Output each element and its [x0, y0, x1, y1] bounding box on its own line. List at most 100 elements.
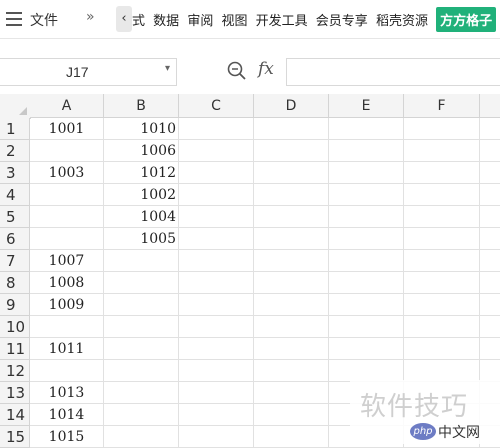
row-header[interactable]: 7	[0, 250, 30, 272]
cell-c6[interactable]	[179, 228, 254, 250]
cell-e12[interactable]	[329, 360, 404, 382]
cell-c9[interactable]	[179, 294, 254, 316]
cell-d9[interactable]	[254, 294, 329, 316]
cell-c12[interactable]	[179, 360, 254, 382]
cell-g6[interactable]	[480, 228, 500, 250]
row-header[interactable]: 13	[0, 382, 30, 404]
cell-a7[interactable]: 1007	[30, 250, 104, 272]
cell-b5[interactable]: 1004	[104, 206, 179, 228]
more-menu-chevron-icon[interactable]: »	[86, 9, 95, 25]
name-box[interactable]: J17 ▾	[0, 58, 177, 86]
cell-b13[interactable]	[104, 382, 179, 404]
cell-a1[interactable]: 1001	[30, 118, 104, 140]
cell-d8[interactable]	[254, 272, 329, 294]
cell-f12[interactable]	[404, 360, 480, 382]
cell-f1[interactable]	[404, 118, 480, 140]
cell-d1[interactable]	[254, 118, 329, 140]
row-header[interactable]: 2	[0, 140, 30, 162]
ribbon-scroll-left-button[interactable]: ‹	[116, 6, 132, 32]
cell-a8[interactable]: 1008	[30, 272, 104, 294]
cell-f9[interactable]	[404, 294, 480, 316]
cell-g4[interactable]	[480, 184, 500, 206]
cell-g8[interactable]	[480, 272, 500, 294]
cell-e3[interactable]	[329, 162, 404, 184]
column-header-a[interactable]: A	[30, 94, 104, 118]
tab-developer[interactable]: 开发工具	[256, 10, 308, 29]
cell-b7[interactable]	[104, 250, 179, 272]
cell-e9[interactable]	[329, 294, 404, 316]
tab-view[interactable]: 视图	[221, 10, 247, 29]
cell-e2[interactable]	[329, 140, 404, 162]
cell-e10[interactable]	[329, 316, 404, 338]
formula-input[interactable]	[286, 58, 500, 86]
cell-b11[interactable]	[104, 338, 179, 360]
cell-a11[interactable]: 1011	[30, 338, 104, 360]
cell-a6[interactable]	[30, 228, 104, 250]
tab-resources[interactable]: 稻壳资源	[376, 10, 428, 29]
cell-f10[interactable]	[404, 316, 480, 338]
cell-c4[interactable]	[179, 184, 254, 206]
cell-e7[interactable]	[329, 250, 404, 272]
cell-d4[interactable]	[254, 184, 329, 206]
cell-c13[interactable]	[179, 382, 254, 404]
cell-a5[interactable]	[30, 206, 104, 228]
cell-e11[interactable]	[329, 338, 404, 360]
row-header[interactable]: 9	[0, 294, 30, 316]
cell-d12[interactable]	[254, 360, 329, 382]
cell-f8[interactable]	[404, 272, 480, 294]
cell-d15[interactable]	[254, 426, 329, 448]
cell-c3[interactable]	[179, 162, 254, 184]
cell-g5[interactable]	[480, 206, 500, 228]
cell-e4[interactable]	[329, 184, 404, 206]
row-header[interactable]: 1	[0, 118, 30, 140]
cell-a13[interactable]: 1013	[30, 382, 104, 404]
name-box-dropdown-icon[interactable]: ▾	[165, 63, 170, 74]
cell-c7[interactable]	[179, 250, 254, 272]
cell-c8[interactable]	[179, 272, 254, 294]
cell-a3[interactable]: 1003	[30, 162, 104, 184]
cell-g3[interactable]	[480, 162, 500, 184]
tab-fangfanggezi[interactable]: 方方格子	[436, 7, 497, 32]
cell-f6[interactable]	[404, 228, 480, 250]
cell-d14[interactable]	[254, 404, 329, 426]
cell-g2[interactable]	[480, 140, 500, 162]
file-menu[interactable]: 文件	[30, 10, 58, 30]
cell-c1[interactable]	[179, 118, 254, 140]
row-header[interactable]: 4	[0, 184, 30, 206]
insert-function-fx-button[interactable]: fx	[258, 59, 274, 79]
row-header[interactable]: 6	[0, 228, 30, 250]
cell-b8[interactable]	[104, 272, 179, 294]
cell-e1[interactable]	[329, 118, 404, 140]
tab-formula-partial[interactable]: 式	[132, 10, 145, 29]
cell-g7[interactable]	[480, 250, 500, 272]
cell-g1[interactable]	[480, 118, 500, 140]
row-header[interactable]: 3	[0, 162, 30, 184]
cell-f11[interactable]	[404, 338, 480, 360]
cell-b12[interactable]	[104, 360, 179, 382]
cell-f5[interactable]	[404, 206, 480, 228]
hamburger-menu-icon[interactable]	[6, 12, 22, 26]
cell-d3[interactable]	[254, 162, 329, 184]
cell-a4[interactable]	[30, 184, 104, 206]
cell-f2[interactable]	[404, 140, 480, 162]
row-header[interactable]: 11	[0, 338, 30, 360]
row-header[interactable]: 10	[0, 316, 30, 338]
cell-e6[interactable]	[329, 228, 404, 250]
column-header-f[interactable]: F	[404, 94, 480, 118]
row-header[interactable]: 5	[0, 206, 30, 228]
cell-e5[interactable]	[329, 206, 404, 228]
cell-d13[interactable]	[254, 382, 329, 404]
cell-c11[interactable]	[179, 338, 254, 360]
column-header-e[interactable]: E	[329, 94, 404, 118]
row-header[interactable]: 12	[0, 360, 30, 382]
cell-g12[interactable]	[480, 360, 500, 382]
cell-b15[interactable]	[104, 426, 179, 448]
column-header-g[interactable]	[480, 94, 500, 118]
cell-a9[interactable]: 1009	[30, 294, 104, 316]
row-header[interactable]: 14	[0, 404, 30, 426]
cell-b2[interactable]: 1006	[104, 140, 179, 162]
cell-d7[interactable]	[254, 250, 329, 272]
zoom-search-icon[interactable]	[226, 60, 248, 82]
cell-b1[interactable]: 1010	[104, 118, 179, 140]
column-header-c[interactable]: C	[179, 94, 254, 118]
